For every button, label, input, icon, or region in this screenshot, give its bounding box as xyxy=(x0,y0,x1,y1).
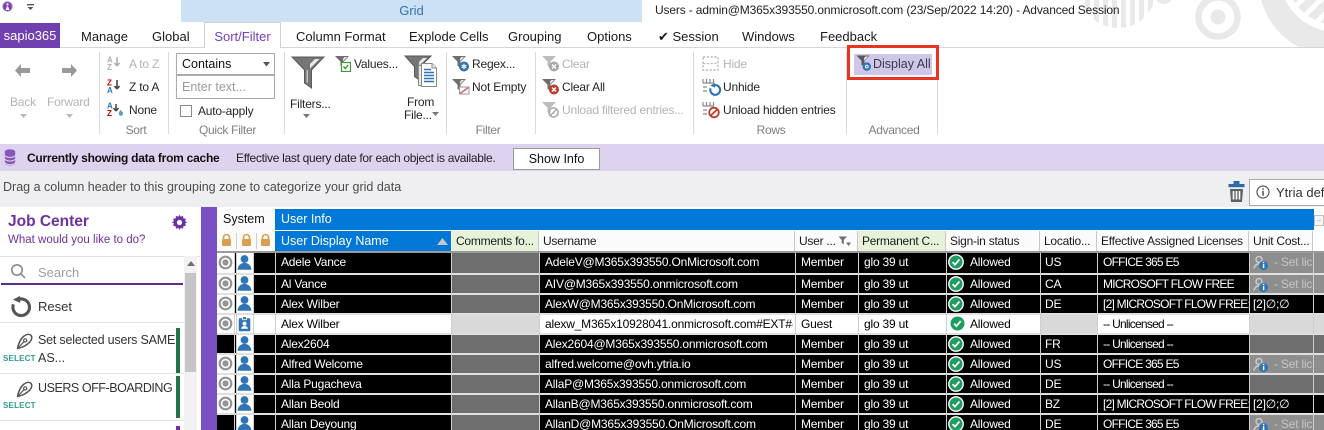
svg-text:Z: Z xyxy=(107,63,112,70)
svg-text:A: A xyxy=(107,86,113,93)
svg-text:Z: Z xyxy=(107,109,112,116)
